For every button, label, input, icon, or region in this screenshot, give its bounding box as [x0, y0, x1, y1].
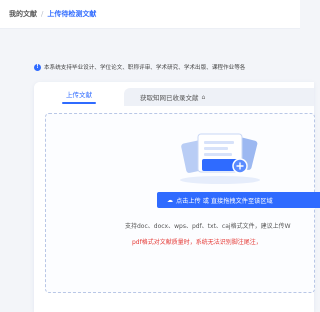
tab-cnki-fetch-label: 获取知网已收录文献 [140, 94, 199, 102]
upload-button-label: 点击上传 或 直接拖拽文件至该区域 [176, 197, 273, 205]
breadcrumb-root[interactable]: 我的文献 [9, 9, 37, 19]
upload-button[interactable]: ☁ 点击上传 或 直接拖拽文件至该区域 [157, 192, 320, 208]
top-bar: 我的文献 / 上传待检测文献 [0, 0, 300, 29]
notice-bar: ! 本系统支持毕业设计、学位论文、职称评审、学术研究、学术出版、课程作业等各 [34, 60, 314, 74]
home-icon: ⌂ [201, 93, 206, 101]
info-icon: ! [34, 63, 41, 71]
tab-upload[interactable]: 上传文献 [34, 82, 124, 106]
tab-upload-label: 上传文献 [66, 91, 92, 99]
cloud-upload-icon: ☁ [167, 196, 173, 204]
breadcrumb-separator: / [41, 10, 44, 18]
notice-text: 本系统支持毕业设计、学位论文、职称评审、学术研究、学术出版、课程作业等各 [44, 65, 246, 71]
tab-cnki-fetch[interactable]: 获取知网已收录文献 ⌂ [124, 88, 314, 106]
supported-formats-text: 支持doc、docx、wps、pdf、txt、caj格式文件，建议上传W [125, 223, 291, 230]
pdf-warning-text: pdf格式对文献质量时，系统无法识别脚注尾注， [132, 239, 262, 246]
document-upload-illustration [180, 133, 260, 184]
breadcrumb-current: 上传待检测文献 [47, 10, 97, 18]
breadcrumb: 我的文献 / 上传待检测文献 [9, 9, 96, 19]
